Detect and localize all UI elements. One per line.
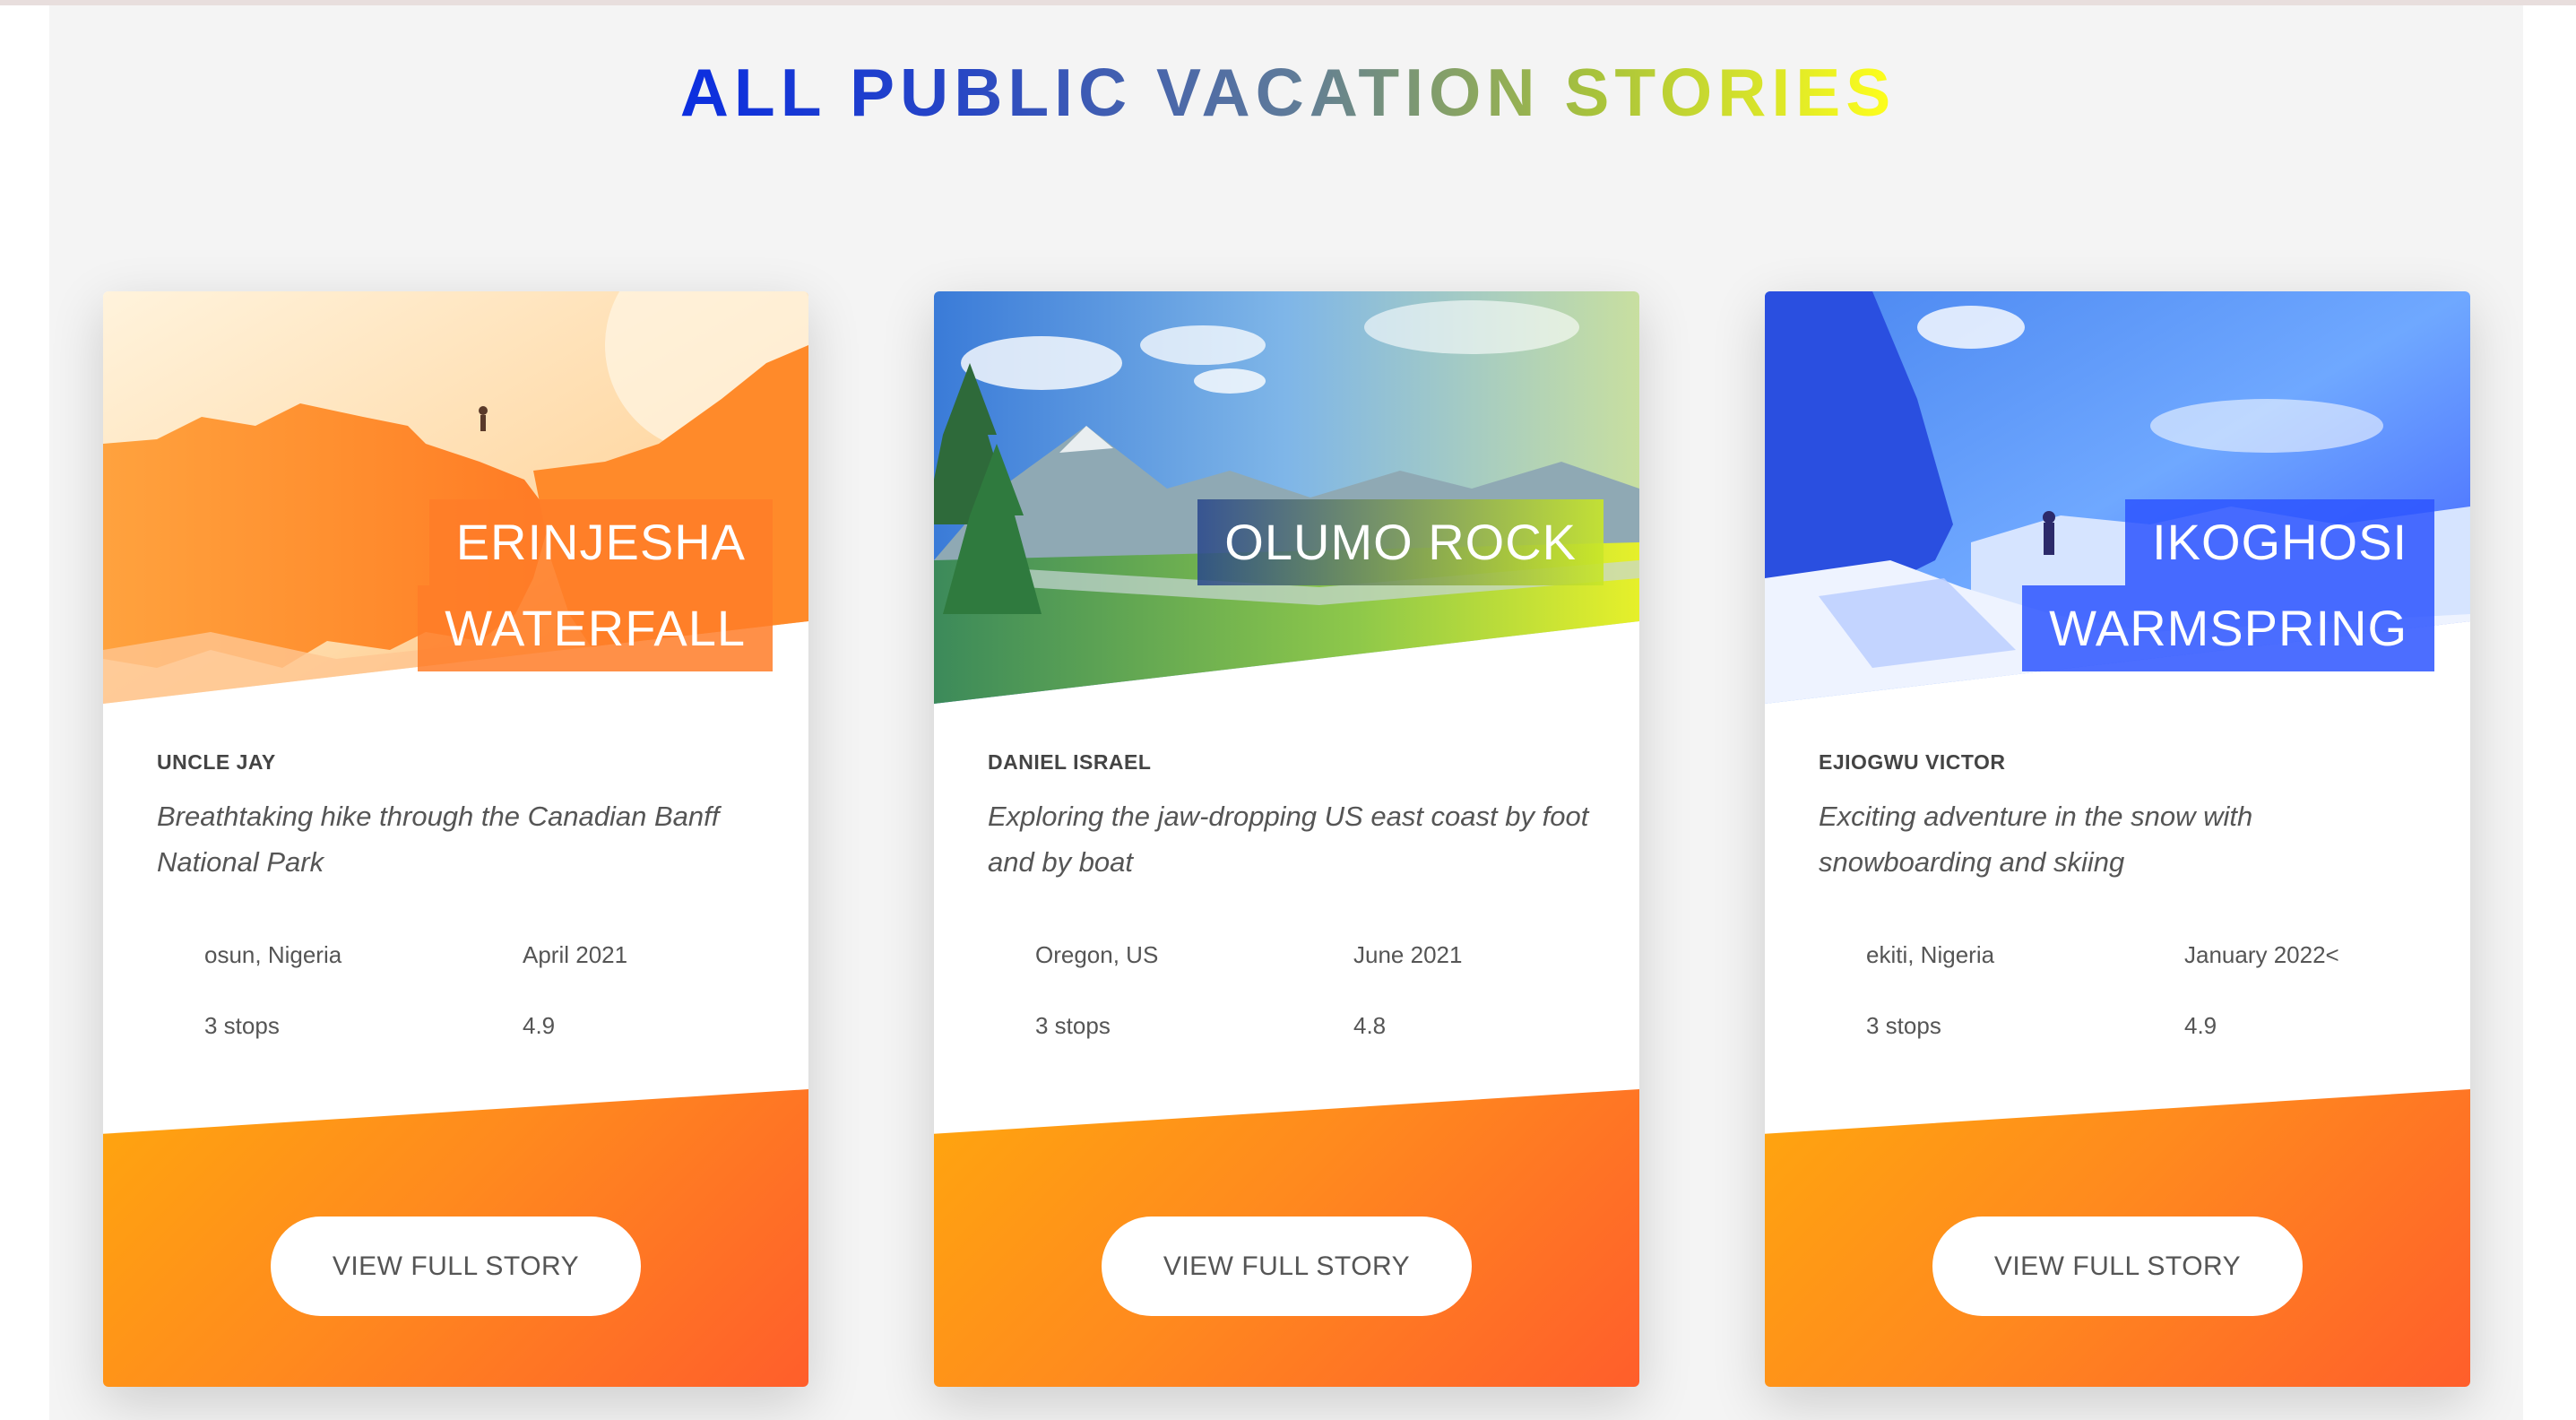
story-rating: 4.9 [523, 1012, 556, 1039]
story-date: January 2022< [2184, 941, 2339, 968]
story-stops: 3 stops [204, 1012, 280, 1039]
story-description: Breathtaking hike through the Canadian B… [157, 801, 720, 878]
story-description: Exciting adventure in the snow with snow… [1819, 801, 2253, 878]
story-location: ekiti, Nigeria [1866, 941, 1995, 968]
story-description: Exploring the jaw-dropping US east coast… [988, 801, 1589, 878]
story-rating: 4.9 [2184, 1012, 2217, 1039]
story-location: Oregon, US [1035, 941, 1159, 968]
view-full-story-button[interactable]: VIEW FULL STORY [271, 1217, 641, 1316]
story-stops: 3 stops [1866, 1012, 1941, 1039]
story-title: ERINJESHA WATERFALL [418, 499, 773, 671]
story-title-line: WATERFALL [418, 585, 773, 671]
story-title-line: ERINJESHA [428, 499, 773, 585]
story-card: IKOGHOSI WARMSPRING EJIOGWU VICTOR Excit… [1765, 291, 2470, 1387]
story-author: EJIOGWU VICTOR [1819, 750, 2006, 774]
view-full-story-button[interactable]: VIEW FULL STORY [1102, 1217, 1472, 1316]
view-full-story-button[interactable]: VIEW FULL STORY [1932, 1217, 2303, 1316]
story-card: ERINJESHA WATERFALL UNCLE JAY Breathtaki… [103, 291, 808, 1387]
story-card: OLUMO ROCK DANIEL ISRAEL Exploring the j… [934, 291, 1639, 1387]
story-location: osun, Nigeria [204, 941, 342, 968]
story-date: April 2021 [523, 941, 628, 968]
story-rating: 4.8 [1353, 1012, 1387, 1039]
story-title: OLUMO ROCK [1197, 499, 1604, 585]
story-title-line: IKOGHOSI [2125, 499, 2434, 585]
story-date: June 2021 [1353, 941, 1463, 968]
story-stops: 3 stops [1035, 1012, 1111, 1039]
story-author: DANIEL ISRAEL [988, 750, 1152, 774]
story-title: IKOGHOSI WARMSPRING [2022, 499, 2434, 671]
story-image [934, 291, 1639, 704]
story-author: UNCLE JAY [157, 750, 276, 774]
story-title-line: OLUMO ROCK [1197, 499, 1604, 585]
story-title-line: WARMSPRING [2022, 585, 2434, 671]
